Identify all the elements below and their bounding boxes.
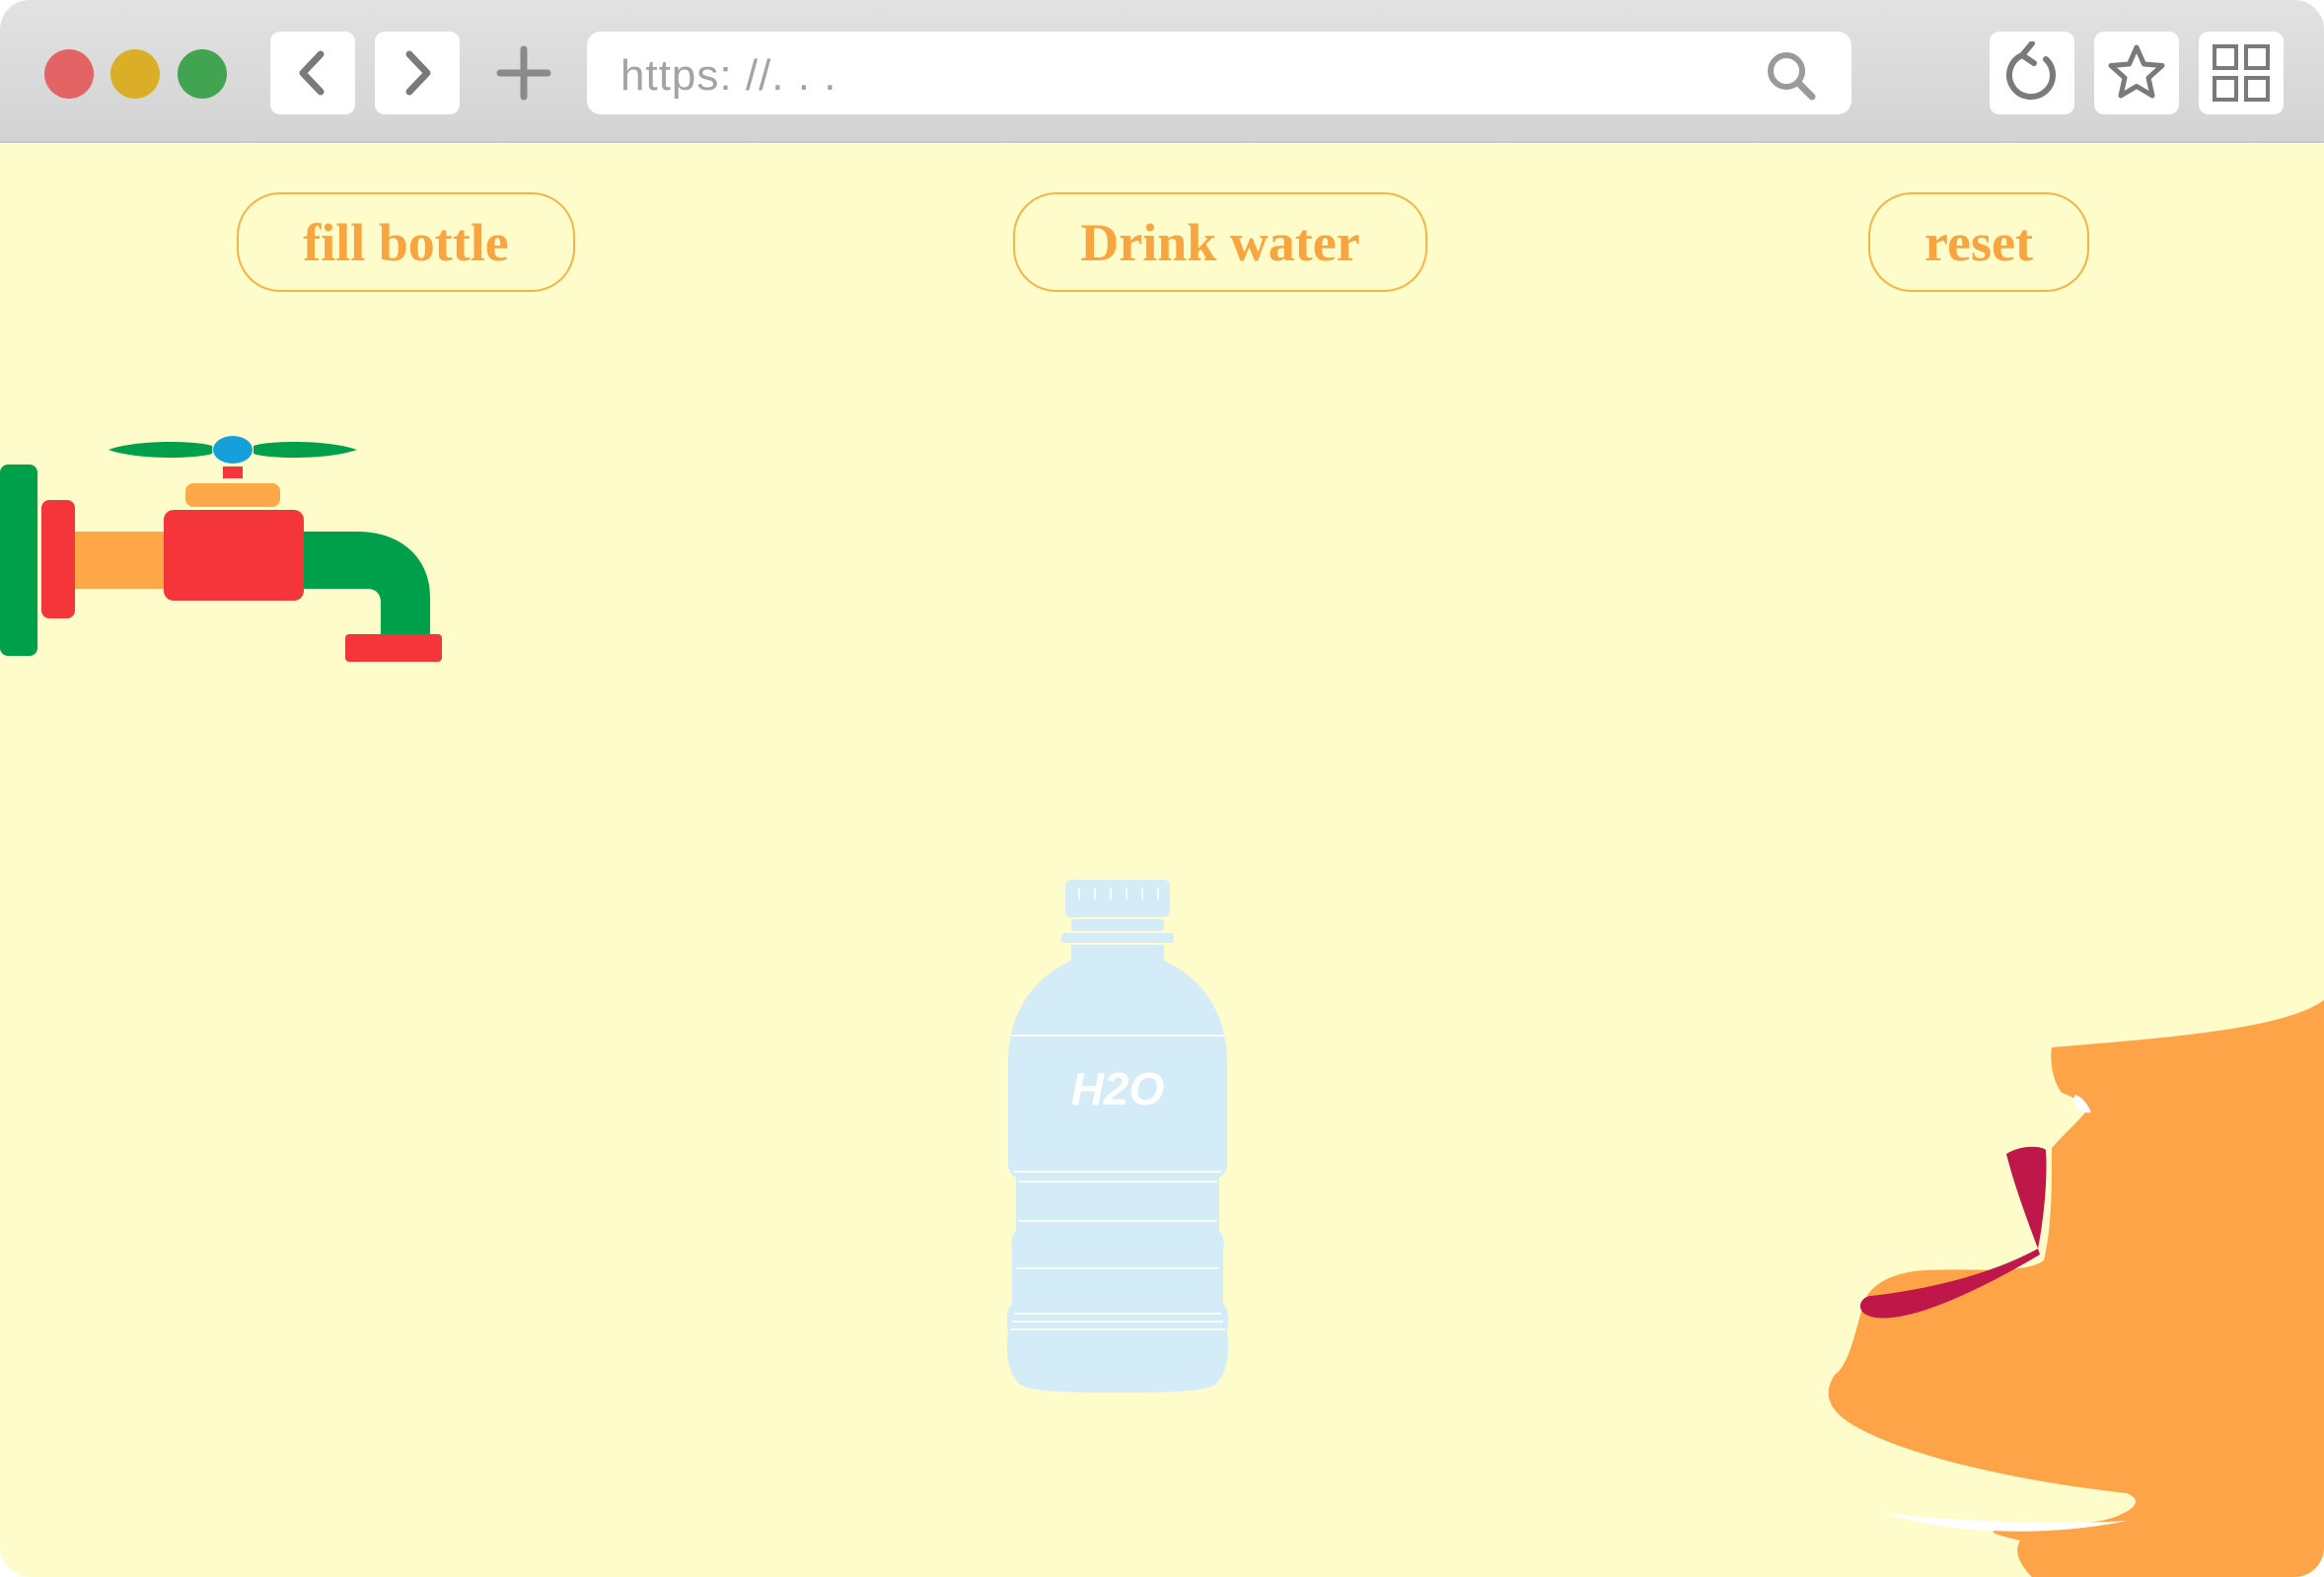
back-button[interactable]: [270, 32, 355, 114]
close-window-button[interactable]: [44, 49, 94, 99]
bookmark-star-icon: [2108, 44, 2165, 99]
reload-button[interactable]: [1990, 32, 2074, 114]
address-placeholder: https: //. . .: [620, 51, 837, 100]
water-tap: [0, 436, 442, 662]
browser-window: https: //. . . fill bottle Drink water r…: [0, 0, 2324, 1577]
tap-handle[interactable]: [109, 436, 357, 478]
browser-toolbar: https: //. . .: [0, 0, 2324, 143]
bottle-label: H2O: [1071, 1063, 1165, 1114]
bookmark-button[interactable]: [2094, 32, 2179, 114]
drinking-face: [1828, 1000, 2324, 1577]
address-bar[interactable]: https: //. . .: [587, 32, 1852, 114]
tabs-grid-button[interactable]: [2199, 32, 2284, 114]
reset-button[interactable]: reset: [1868, 192, 2089, 292]
new-tab-icon[interactable]: [496, 45, 551, 101]
forward-icon: [405, 50, 431, 96]
fill-bottle-button[interactable]: fill bottle: [237, 192, 575, 292]
forward-button[interactable]: [375, 32, 460, 114]
minimize-window-button[interactable]: [110, 49, 160, 99]
reload-icon: [2006, 41, 2056, 101]
grid-icon: [2213, 44, 2270, 102]
search-icon[interactable]: [1765, 49, 1818, 103]
maximize-window-button[interactable]: [178, 49, 227, 99]
drink-water-button[interactable]: Drink water: [1013, 192, 1427, 292]
water-bottle: H2O: [1006, 880, 1229, 1393]
back-icon: [299, 50, 325, 96]
